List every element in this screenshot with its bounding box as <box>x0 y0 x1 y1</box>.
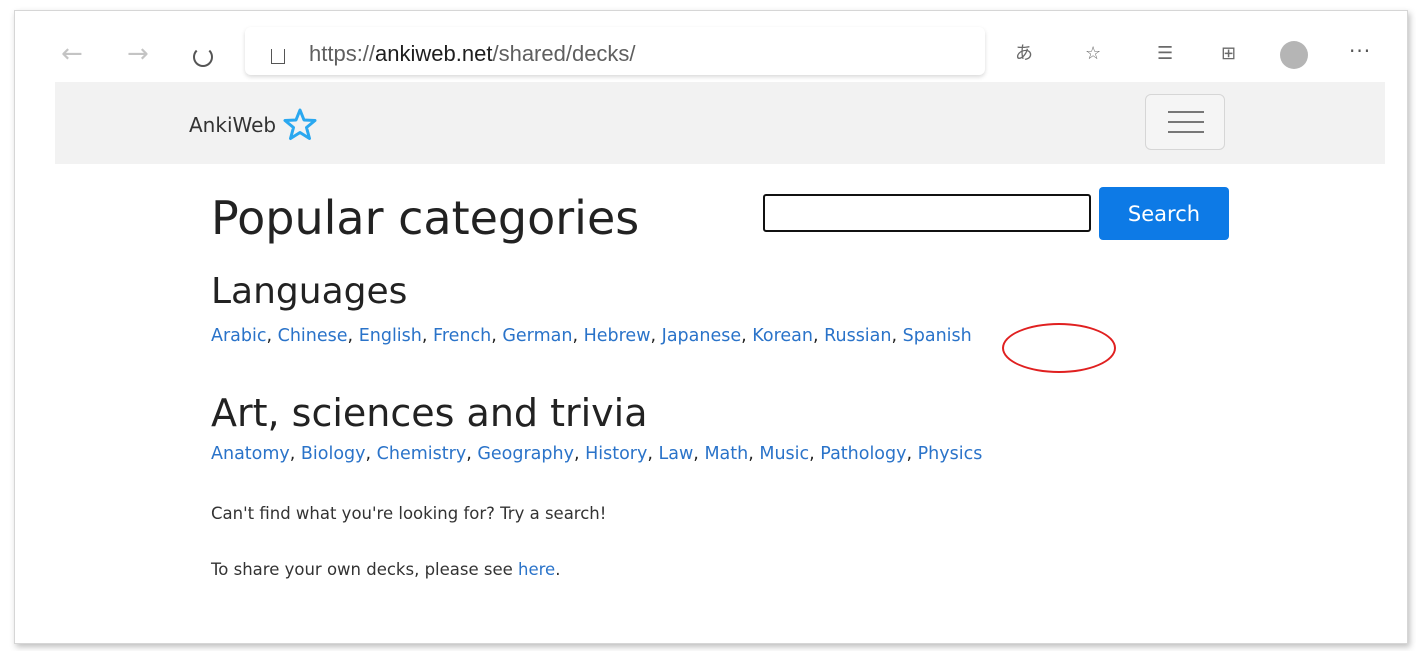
category-link-japanese[interactable]: Japanese <box>662 326 741 346</box>
share-text: To share your own decks, please see here… <box>211 560 561 579</box>
category-link-english[interactable]: English <box>359 326 422 346</box>
profile-avatar-icon[interactable] <box>1280 41 1308 69</box>
art-sciences-link-list: Anatomy, Biology, Chemistry, Geography, … <box>211 444 983 464</box>
hamburger-menu-icon <box>1168 131 1204 133</box>
page-title: Popular categories <box>211 191 640 245</box>
anki-star-icon <box>283 108 317 140</box>
category-link-history[interactable]: History <box>585 444 647 464</box>
reload-icon[interactable] <box>193 47 213 67</box>
address-bar[interactable]: https://ankiweb.net/shared/decks/ <box>245 27 985 75</box>
url-text[interactable]: https://ankiweb.net/shared/decks/ <box>309 41 636 67</box>
hamburger-menu-icon <box>1168 121 1204 123</box>
category-link-korean[interactable]: Korean <box>752 326 813 346</box>
help-text: Can't find what you're looking for? Try … <box>211 504 607 523</box>
share-here-link[interactable]: here <box>518 560 555 579</box>
favorites-list-icon[interactable]: ☰ <box>1157 45 1173 63</box>
forward-arrow-icon[interactable]: → <box>127 41 149 67</box>
category-link-pathology[interactable]: Pathology <box>820 444 906 464</box>
category-link-geography[interactable]: Geography <box>477 444 574 464</box>
collections-icon[interactable]: ⊞ <box>1221 45 1236 63</box>
category-link-math[interactable]: Math <box>704 444 748 464</box>
category-link-arabic[interactable]: Arabic <box>211 326 266 346</box>
category-link-music[interactable]: Music <box>759 444 809 464</box>
read-aloud-icon[interactable]: あ <box>1015 45 1033 63</box>
category-link-french[interactable]: French <box>433 326 491 346</box>
category-link-chemistry[interactable]: Chemistry <box>377 444 467 464</box>
site-navbar: AnkiWeb <box>55 82 1385 164</box>
more-menu-icon[interactable]: ··· <box>1349 39 1371 63</box>
search-input[interactable] <box>763 194 1091 232</box>
screenshot-frame: ← → https://ankiweb.net/shared/decks/ あ … <box>14 10 1408 644</box>
search-button[interactable]: Search <box>1099 187 1229 240</box>
hamburger-menu-icon <box>1168 111 1204 113</box>
category-link-biology[interactable]: Biology <box>301 444 366 464</box>
page-icon <box>271 49 285 64</box>
back-arrow-icon[interactable]: ← <box>61 41 83 67</box>
section-heading-art-sciences: Art, sciences and trivia <box>211 391 648 435</box>
main-content: Popular categories Search Languages Arab… <box>15 164 1407 643</box>
browser-toolbar: ← → https://ankiweb.net/shared/decks/ あ … <box>15 11 1407 91</box>
category-link-spanish[interactable]: Spanish <box>903 326 972 346</box>
brand-link[interactable]: AnkiWeb <box>189 108 318 142</box>
category-link-russian[interactable]: Russian <box>824 326 891 346</box>
section-heading-languages: Languages <box>211 271 408 312</box>
languages-link-list: Arabic, Chinese, English, French, German… <box>211 326 972 346</box>
category-link-chinese[interactable]: Chinese <box>278 326 348 346</box>
menu-toggle-button[interactable] <box>1145 94 1225 150</box>
highlight-annotation-circle <box>1002 323 1116 373</box>
category-link-german[interactable]: German <box>502 326 572 346</box>
category-link-hebrew[interactable]: Hebrew <box>584 326 651 346</box>
favorite-star-icon[interactable]: ☆ <box>1085 45 1101 63</box>
category-link-anatomy[interactable]: Anatomy <box>211 444 290 464</box>
brand-name: AnkiWeb <box>189 113 277 137</box>
category-link-physics[interactable]: Physics <box>918 444 983 464</box>
category-link-law[interactable]: Law <box>659 444 694 464</box>
